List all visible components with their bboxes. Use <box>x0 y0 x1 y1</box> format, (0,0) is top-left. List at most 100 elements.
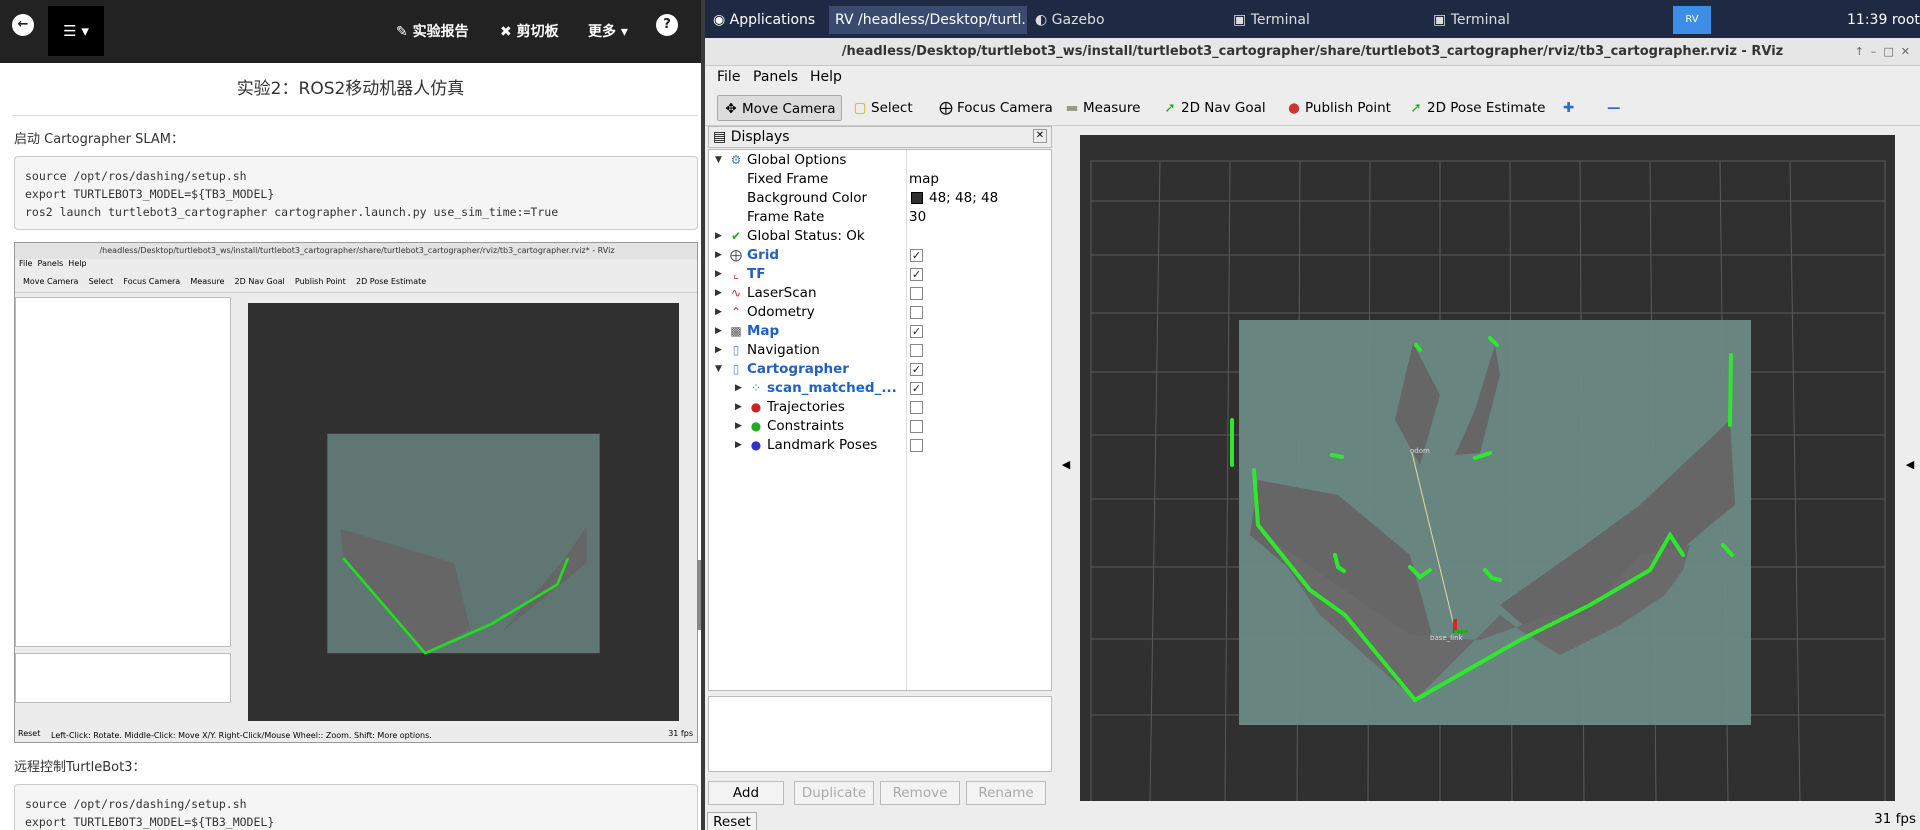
more-button[interactable]: 更多 ▾ <box>588 21 628 41</box>
scrollbar[interactable] <box>697 560 701 630</box>
map-icon: ▩ <box>730 324 742 338</box>
tool-publish-point[interactable]: ● Publish Point <box>1281 95 1397 121</box>
menu-panels[interactable]: Panels <box>753 69 798 85</box>
expand-icon[interactable]: ▶ <box>735 436 745 455</box>
tree-item-trajectories[interactable]: ▶ ● Trajectories <box>709 398 1049 417</box>
svg-text:odom: odom <box>1410 447 1430 455</box>
tree-item-landmark-poses[interactable]: ▶ ● Landmark Poses <box>709 436 1049 455</box>
close-icon[interactable]: ✕ <box>1033 129 1047 143</box>
3d-viewport[interactable]: odom base_link <box>1080 135 1895 803</box>
help-icon[interactable]: ? <box>656 14 678 36</box>
remove-button[interactable]: Remove <box>880 781 960 805</box>
tree-label: scan_matched_... <box>767 380 897 396</box>
expand-icon[interactable]: ▶ <box>715 246 725 265</box>
clipboard-button[interactable]: ✖ 剪切板 <box>500 21 559 41</box>
back-icon[interactable]: ← <box>12 14 34 36</box>
expand-icon[interactable]: ▶ <box>715 341 725 360</box>
add-tool-icon[interactable]: ✚ <box>1557 95 1580 121</box>
trajectories-checkbox[interactable] <box>910 401 923 414</box>
task-rviz[interactable]: RV /headless/Desktop/turtl... <box>829 6 1027 34</box>
expand-icon[interactable]: ▶ <box>715 322 725 341</box>
tool-select[interactable]: ▢ Select <box>847 95 919 121</box>
scan-matched-checkbox[interactable]: ✓ <box>910 382 923 395</box>
menu-bar: File Panels Help <box>705 66 1920 90</box>
landmark-poses-checkbox[interactable] <box>910 439 923 452</box>
tree-item-odometry[interactable]: ▶ ⌃ Odometry <box>709 303 1049 322</box>
gear-icon: ⚙ <box>730 153 742 167</box>
workspace-icon[interactable]: RV <box>1673 6 1711 34</box>
task-gazebo[interactable]: ◐ Gazebo <box>1035 6 1105 34</box>
list-menu-icon[interactable]: ☰ ▾ <box>48 6 104 56</box>
tool-move-camera[interactable]: ✥ Move Camera <box>717 95 843 121</box>
doc-toolbar: ← ☰ ▾ ✎ 实验报告 ✖ 剪切板 更多 ▾ ? <box>0 0 701 63</box>
collapse-left-icon[interactable]: ◀ <box>1056 128 1076 802</box>
prop-value[interactable]: 30 <box>909 208 926 227</box>
focus-camera-icon: ⨁ <box>939 100 953 116</box>
tree-item-constraints[interactable]: ▶ ● Constraints <box>709 417 1049 436</box>
tool-2d-nav-goal[interactable]: ➚ 2D Nav Goal <box>1157 95 1272 121</box>
expand-icon[interactable]: ▶ <box>715 227 725 246</box>
tool-measure[interactable]: ▬ Measure <box>1059 95 1146 121</box>
applications-menu[interactable]: ◉ Applications <box>713 6 815 34</box>
cartographer-checkbox[interactable]: ✓ <box>910 363 923 376</box>
prop-fixed-frame[interactable]: Fixed Frame map <box>709 170 1049 189</box>
expand-icon[interactable]: ▶ <box>735 398 745 417</box>
tree-item-scan-matched[interactable]: ▶ ⁘ scan_matched_... ✓ <box>709 379 1049 398</box>
report-button[interactable]: ✎ 实验报告 <box>396 21 469 41</box>
expand-icon[interactable]: ▼ <box>715 151 725 170</box>
laserscan-icon: ∿ <box>730 286 742 300</box>
status-bar: Reset 31 fps <box>705 808 1920 830</box>
expand-icon[interactable]: ▼ <box>715 360 725 379</box>
expand-icon[interactable]: ▶ <box>715 284 725 303</box>
tree-item-global-status[interactable]: ▶ ✔ Global Status: Ok <box>709 227 1049 246</box>
tree-item-cartographer[interactable]: ▼ ▯ Cartographer ✓ <box>709 360 1049 379</box>
browser-page: ← ☰ ▾ ✎ 实验报告 ✖ 剪切板 更多 ▾ ? 实验2：ROS2移动机器人仿… <box>0 0 701 830</box>
menu-file[interactable]: File <box>717 69 740 85</box>
prop-value[interactable]: 48; 48; 48 <box>929 189 998 208</box>
reset-button[interactable]: Reset <box>707 812 757 830</box>
laserscan-checkbox[interactable] <box>910 287 923 300</box>
rename-button[interactable]: Rename <box>966 781 1046 805</box>
tree-item-laserscan[interactable]: ▶ ∿ LaserScan <box>709 284 1049 303</box>
expand-icon[interactable]: ▶ <box>715 303 725 322</box>
prop-label: Background Color <box>747 190 868 206</box>
tree-label: Cartographer <box>747 361 849 377</box>
menu-help[interactable]: Help <box>810 69 842 85</box>
add-button[interactable]: Add <box>708 781 784 805</box>
odometry-checkbox[interactable] <box>910 306 923 319</box>
task-terminal-2-label: Terminal <box>1450 12 1510 28</box>
pointcloud-icon: ⁘ <box>750 381 762 395</box>
tf-checkbox[interactable]: ✓ <box>910 268 923 281</box>
expand-icon[interactable]: ▶ <box>715 265 725 284</box>
tree-item-global-options[interactable]: ▼ ⚙ Global Options <box>709 151 1049 170</box>
constraints-checkbox[interactable] <box>910 420 923 433</box>
tree-item-grid[interactable]: ▶ ⨁ Grid ✓ <box>709 246 1049 265</box>
tree-item-tf[interactable]: ▶ ⌞ TF ✓ <box>709 265 1049 284</box>
grid-checkbox[interactable]: ✓ <box>910 249 923 262</box>
tree-item-navigation[interactable]: ▶ ▯ Navigation <box>709 341 1049 360</box>
tool-label: Measure <box>1083 100 1141 116</box>
check-icon: ✔ <box>730 229 742 243</box>
expand-icon[interactable]: ▶ <box>735 379 745 398</box>
task-terminal-2[interactable]: ▣ Terminal <box>1433 6 1510 34</box>
map-checkbox[interactable]: ✓ <box>910 325 923 338</box>
tool-2d-pose-estimate[interactable]: ➚ 2D Pose Estimate <box>1403 95 1551 121</box>
move-camera-icon: ✥ <box>725 101 737 117</box>
taskbar: ◉ Applications RV /headless/Desktop/turt… <box>705 0 1920 38</box>
task-gazebo-label: Gazebo <box>1051 12 1105 28</box>
task-terminal-1[interactable]: ▣ Terminal <box>1233 6 1310 34</box>
remove-tool-icon[interactable]: — <box>1601 95 1627 121</box>
expand-icon[interactable]: ▶ <box>735 417 745 436</box>
prop-value[interactable]: map <box>909 170 939 189</box>
window-controls-icon[interactable]: ↑ – □ ✕ <box>1855 38 1910 66</box>
collapse-right-icon[interactable]: ◀ <box>1900 128 1920 802</box>
duplicate-button[interactable]: Duplicate <box>794 781 874 805</box>
prop-background-color[interactable]: Background Color 48; 48; 48 <box>709 189 1049 208</box>
tool-focus-camera[interactable]: ⨁ Focus Camera <box>933 95 1059 121</box>
color-swatch[interactable] <box>911 192 923 204</box>
clock-user: root <box>1891 12 1920 28</box>
prop-frame-rate[interactable]: Frame Rate 30 <box>709 208 1049 227</box>
tree-item-map[interactable]: ▶ ▩ Map ✓ <box>709 322 1049 341</box>
navigation-checkbox[interactable] <box>910 344 923 357</box>
tool-label: Select <box>871 100 913 116</box>
